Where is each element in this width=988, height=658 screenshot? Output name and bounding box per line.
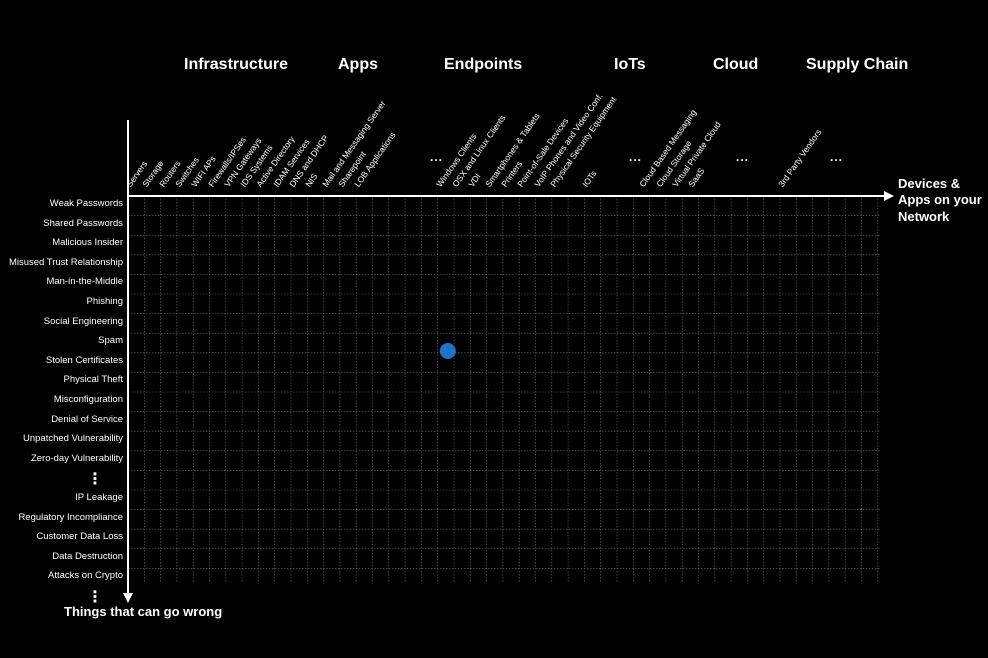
row-label: Misused Trust Relationship: [8, 256, 123, 268]
row-label: Malicious Insider: [52, 237, 123, 249]
row-label: Zero-day Vulnerability: [30, 452, 123, 464]
column-ellipsis: ...: [430, 150, 444, 164]
row-ellipsis: ⋮: [87, 471, 103, 489]
y-axis-title: Things that can go wrong: [64, 604, 223, 619]
row-label: Spam: [98, 335, 123, 347]
row-ellipsis: ⋮: [87, 589, 103, 606]
row-label: Denial of Service: [51, 413, 123, 425]
column-ellipsis: ...: [830, 150, 844, 164]
row-label: Shared Passwords: [43, 217, 123, 229]
category-endpoints: Endpoints: [444, 56, 523, 73]
row-label: Stolen Certificates: [45, 354, 123, 366]
grid-lines: [123, 120, 894, 603]
row-label: Attacks on Crypto: [48, 570, 123, 582]
row-label: Social Engineering: [43, 315, 123, 327]
category-cloud: Cloud: [713, 56, 759, 73]
category-infrastructure: Infrastructure: [184, 56, 289, 73]
attack-surface-diagram: Infrastructure Apps Endpoints IoTs Cloud…: [0, 0, 988, 658]
row-label: Regulatory Incompliance: [18, 511, 123, 523]
x-axis-title: Devices & Apps on your Network: [898, 176, 982, 224]
row-label: Phishing: [86, 296, 123, 307]
row-label: IP Leakage: [75, 492, 123, 503]
row-label: Customer Data Loss: [36, 531, 123, 543]
x-axis-arrow: [884, 191, 894, 201]
column-ellipsis: ...: [629, 150, 643, 164]
column-ellipsis: ...: [736, 150, 750, 164]
row-label: Unpatched Vulnerability: [23, 433, 123, 445]
category-apps: Apps: [338, 56, 378, 73]
row-label: Misconfiguration: [53, 394, 123, 405]
marker-dot: [439, 343, 456, 359]
y-axis-arrow: [123, 593, 133, 603]
row-label: Data Destruction: [52, 550, 123, 562]
category-iots: IoTs: [614, 56, 646, 73]
row-label: Man-in-the-Middle: [46, 276, 123, 288]
row-label: Physical Theft: [63, 374, 124, 386]
category-supply-chain: Supply Chain: [806, 56, 909, 73]
row-label: Weak Passwords: [49, 198, 123, 209]
